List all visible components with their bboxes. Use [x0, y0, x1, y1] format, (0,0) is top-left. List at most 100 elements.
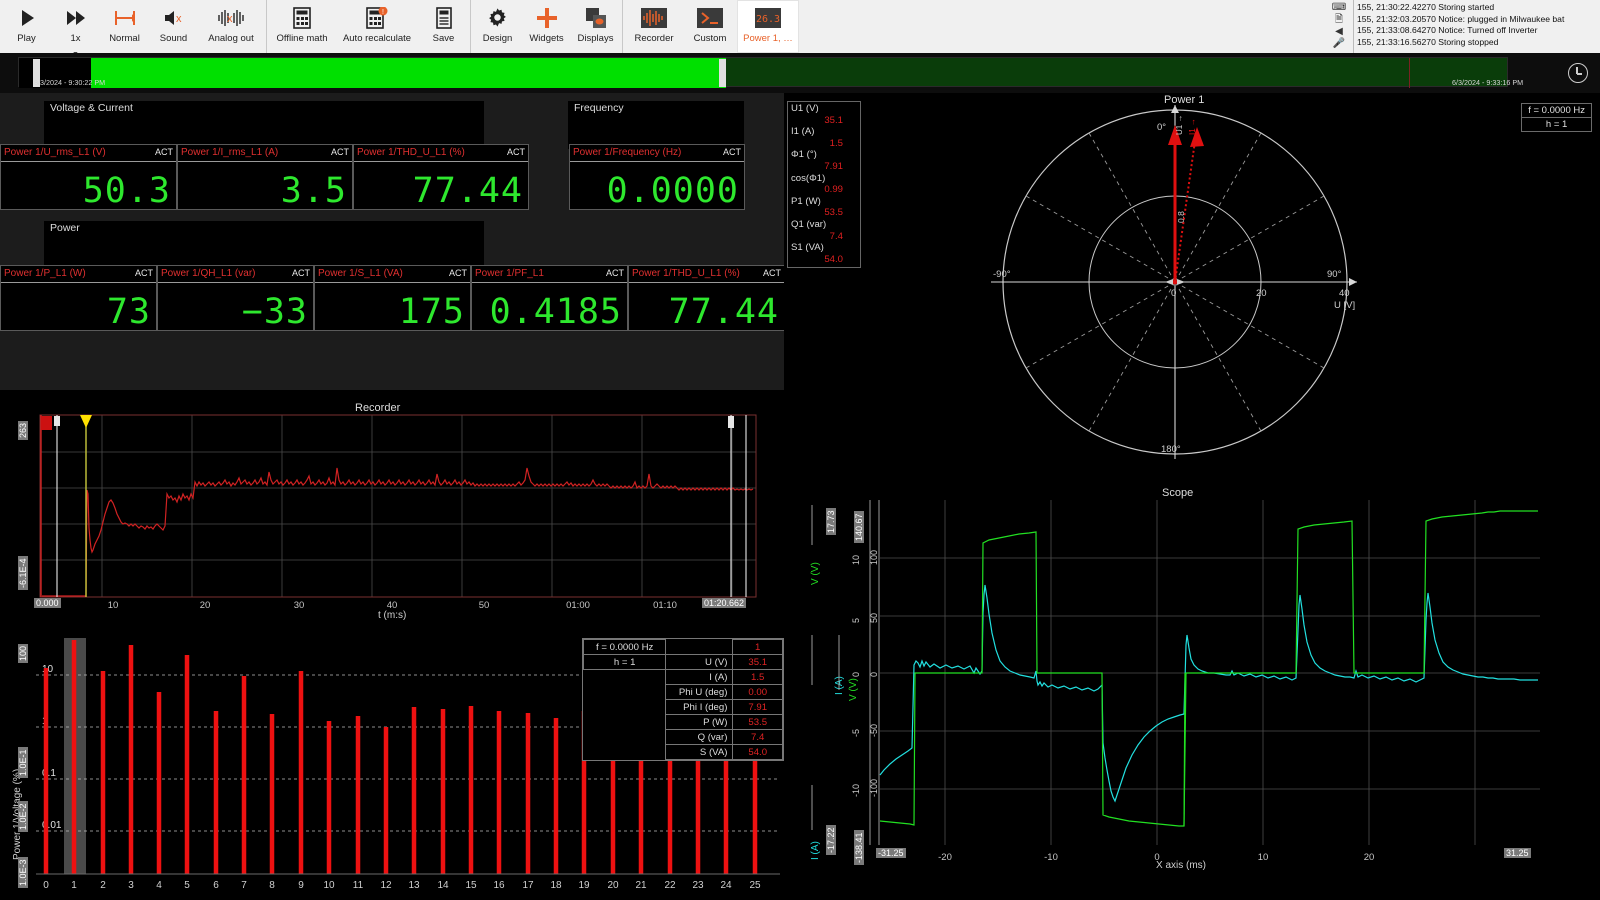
meter-name: Power 1/THD_U_L1 (%)	[357, 147, 465, 158]
toolbar-button-offline-math[interactable]: Offline math	[269, 0, 335, 53]
gear-icon	[487, 4, 508, 31]
main-toolbar: Play 1x ▼ Normal x Sound	[0, 0, 1325, 58]
vector-value: 7.91	[824, 160, 843, 172]
meter-name: Power 1/U_rms_L1 (V)	[4, 147, 106, 158]
meter-thd-u-top[interactable]: Power 1/THD_U_L1 (%) ACT 77.44	[353, 144, 529, 211]
storage-progress-bar[interactable]: 8/3/2024 - 9:30:22 PM 6/3/2024 - 9:33:16…	[0, 53, 1600, 93]
toolbar-label: Displays	[577, 33, 614, 44]
vector-value: 35.1	[824, 114, 843, 126]
harmonic-value: 7.91	[732, 699, 783, 715]
vector-readout-table: U1 (V) 35.1 I1 (A) 1.5 Φ1 (°) 7.91 cos(Φ…	[787, 101, 861, 269]
toolbar-button-speed[interactable]: 1x ▼	[51, 0, 100, 58]
harmonic-value: 54.0	[732, 744, 783, 760]
meter-act-badge: ACT	[331, 147, 349, 157]
toolbar-button-analog-out[interactable]: x Analog out	[198, 0, 264, 53]
harmonics-panel[interactable]: Power 1/Voltage (%) 100 1.0E-1 1.0E-2 1.…	[0, 630, 784, 900]
svg-text:12: 12	[380, 880, 392, 891]
meter-name: Power 1/Frequency (Hz)	[573, 147, 682, 158]
svg-text:1: 1	[71, 880, 77, 891]
notification-panel: ⌨ 🗎 ◀ 🎤 155, 21:30:22.42270 Storing star…	[1325, 0, 1600, 53]
toolbar-label: Custom	[693, 33, 727, 44]
vector-key: I1 (A)	[791, 126, 815, 138]
toolbar-label: Normal	[109, 33, 140, 44]
toolbar-button-design[interactable]: Design	[473, 0, 522, 53]
meter-act-badge: ACT	[292, 268, 310, 278]
plus-icon	[536, 4, 558, 31]
polar-axis-label: U [V]	[1334, 300, 1355, 311]
note-icon[interactable]: 🗎	[1335, 14, 1343, 25]
harmonic-value: 0.00	[732, 684, 783, 700]
meter-p[interactable]: Power 1/P_L1 (W) ACT 73	[0, 265, 157, 332]
toolbar-button-recorder[interactable]: Recorder	[625, 0, 683, 53]
toolbar-label: Save	[432, 33, 455, 44]
harmonic-key: Phi U (deg)	[665, 684, 734, 700]
keyboard-icon[interactable]: ⌨	[1332, 2, 1346, 13]
harmonic-spacer	[584, 745, 666, 760]
meter-u-rms[interactable]: Power 1/U_rms_L1 (V) ACT 50.3	[0, 144, 177, 211]
meter-value: 50.3	[82, 171, 171, 211]
svg-text:2: 2	[100, 880, 106, 891]
vector-key: Q1 (var)	[791, 218, 827, 230]
toolbar-button-widgets[interactable]: Widgets	[522, 0, 571, 53]
meter-name: Power 1/P_L1 (W)	[4, 268, 86, 279]
recorder-plot[interactable]: 10 20 30 40 50 01:00 01:10	[0, 390, 784, 630]
toolbar-button-custom[interactable]: Custom	[683, 0, 737, 53]
scope-plot[interactable]: 10 5 0 -5 -10 100 50 0 -50 -100 -20 -10 …	[784, 485, 1600, 900]
scope-panel[interactable]: Scope V (V) I (A) I (A) V (V) 17.73 -17.…	[784, 485, 1600, 900]
scope-i-tick: -5	[851, 729, 861, 737]
polar-plot[interactable]: 0° 90° 180° -90° 0 20 40 U [V] 0.8 U1 → …	[979, 97, 1559, 485]
harmonic-order: h = 1	[582, 654, 667, 670]
meter-s[interactable]: Power 1/S_L1 (VA) ACT 175	[314, 265, 471, 332]
storage-start-time: 8/3/2024 - 9:30:22 PM	[34, 78, 106, 87]
meter-thd-u-bottom[interactable]: Power 1/THD_U_L1 (%) ACT 77.44	[628, 265, 785, 332]
svg-text:21: 21	[635, 880, 647, 891]
svg-text:0: 0	[43, 880, 49, 891]
scope-i-tick: -10	[851, 784, 861, 797]
fast-forward-icon	[66, 4, 86, 31]
toolbar-group-playback: Play 1x ▼ Normal x Sound	[0, 0, 267, 58]
notification-list[interactable]: 155, 21:30:22.42270 Storing started 155,…	[1353, 0, 1600, 53]
recorder-xtick: 01:10	[653, 600, 677, 611]
vector-value: 53.5	[824, 207, 843, 219]
meter-qh[interactable]: Power 1/QH_L1 (var) ACT −33	[157, 265, 314, 332]
polar-vector-label-i1: I1 →	[1188, 118, 1197, 135]
cursor-icon[interactable]: ◀	[1335, 26, 1343, 37]
meter-pf[interactable]: Power 1/PF_L1 ACT 0.4185	[471, 265, 628, 332]
meter-act-badge: ACT	[723, 147, 741, 157]
storage-handle-right[interactable]	[719, 59, 726, 87]
recorder-xtick: 50	[479, 600, 490, 611]
toolbar-label: Auto recalculate	[342, 33, 412, 44]
storage-stored-region	[91, 58, 726, 88]
microphone-icon[interactable]: 🎤	[1333, 38, 1345, 49]
recorder-panel[interactable]: Recorder Power 1/P_L1 (W) t (m:s) 263 -6…	[0, 390, 784, 900]
meter-frequency[interactable]: Power 1/Frequency (Hz) ACT 0.0000	[569, 144, 745, 211]
storage-track[interactable]	[18, 57, 1508, 88]
meter-act-badge: ACT	[763, 268, 781, 278]
polar-angle-90: 90°	[1327, 269, 1342, 280]
notification-line: 155, 21:33:16.56270 Storing stopped	[1357, 36, 1499, 47]
meter-header: Power 1/P_L1 (W) ACT	[1, 266, 156, 283]
svg-text:!: !	[382, 9, 384, 16]
play-icon	[18, 4, 36, 31]
notification-icon-column: ⌨ 🗎 ◀ 🎤	[1325, 0, 1353, 53]
meter-i-rms[interactable]: Power 1/I_rms_L1 (A) ACT 3.5	[177, 144, 353, 211]
toolbar-button-auto-recalculate[interactable]: ! Auto recalculate	[335, 0, 419, 53]
meter-value: 175	[398, 292, 465, 332]
trigger-normal-icon	[113, 4, 137, 31]
vector-scope-panel[interactable]: Power 1 U1 (V) 35.1 I1 (A) 1.5 Φ1 (°) 7.…	[784, 93, 1600, 485]
clock-icon[interactable]	[1568, 63, 1588, 83]
displays-icon	[585, 4, 607, 31]
toolbar-button-save[interactable]: Save	[419, 0, 468, 53]
toolbar-button-displays[interactable]: Displays	[571, 0, 620, 53]
harmonic-readout-table: f = 0.0000 Hz 1 h = 1 U (V) 35.1 I (A) 1…	[582, 638, 784, 761]
analog-out-icon: x	[217, 4, 245, 31]
toolbar-button-play[interactable]: Play	[2, 0, 51, 53]
save-icon	[435, 4, 453, 31]
toolbar-button-sound[interactable]: x Sound	[149, 0, 198, 53]
harmonic-key: U (V)	[665, 654, 734, 670]
polar-angle-0: 0°	[1157, 122, 1166, 133]
toolbar-button-power-1[interactable]: 26.3 Power 1, …	[737, 0, 799, 53]
toolbar-button-normal[interactable]: Normal	[100, 0, 149, 53]
meter-name: Power 1/THD_U_L1 (%)	[632, 268, 740, 279]
toolbar-group-layout: Design Widgets Displays	[471, 0, 623, 53]
